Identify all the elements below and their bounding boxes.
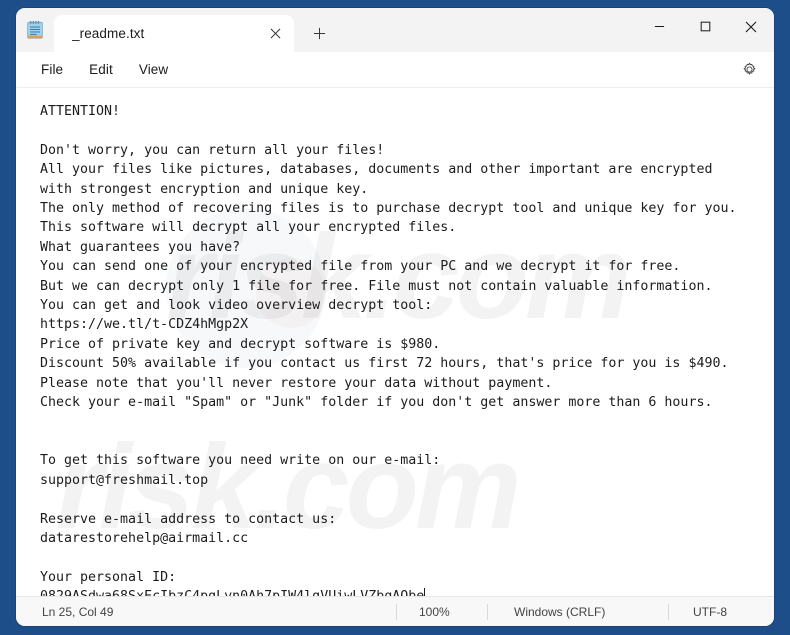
- new-tab-icon[interactable]: [302, 16, 336, 50]
- status-zoom-level[interactable]: 100%: [397, 597, 487, 626]
- menu-bar: File Edit View: [16, 52, 774, 88]
- desktop-background: _readme.txt File Edit View ATTENTION! Do…: [0, 0, 790, 635]
- gear-icon[interactable]: [734, 55, 764, 85]
- ransom-note-body: ATTENTION! Don't worry, you can return a…: [40, 104, 737, 596]
- tab-label: _readme.txt: [72, 26, 145, 41]
- window-controls: [636, 8, 774, 52]
- menu-item-file[interactable]: File: [28, 57, 76, 82]
- text-caret: [424, 588, 426, 596]
- notepad-icon: [20, 15, 50, 45]
- close-button[interactable]: [728, 8, 774, 45]
- menu-item-edit[interactable]: Edit: [76, 57, 126, 82]
- menu-item-view[interactable]: View: [126, 57, 181, 82]
- status-line-ending[interactable]: Windows (CRLF): [488, 597, 668, 626]
- ransom-note-text[interactable]: ATTENTION! Don't worry, you can return a…: [16, 88, 774, 596]
- title-bar: _readme.txt: [16, 8, 774, 52]
- editor-area[interactable]: risk.com risk.com ATTENTION! Don't worry…: [16, 88, 774, 596]
- minimize-button[interactable]: [636, 8, 682, 45]
- maximize-button[interactable]: [682, 8, 728, 45]
- tab-readme-txt[interactable]: _readme.txt: [54, 15, 294, 52]
- close-tab-icon[interactable]: [262, 21, 288, 47]
- notepad-window: _readme.txt File Edit View ATTENTION! Do…: [16, 8, 774, 626]
- status-cursor-position[interactable]: Ln 25, Col 49: [16, 597, 396, 626]
- status-bar: Ln 25, Col 49 100% Windows (CRLF) UTF-8: [16, 596, 774, 626]
- status-encoding[interactable]: UTF-8: [669, 597, 774, 626]
